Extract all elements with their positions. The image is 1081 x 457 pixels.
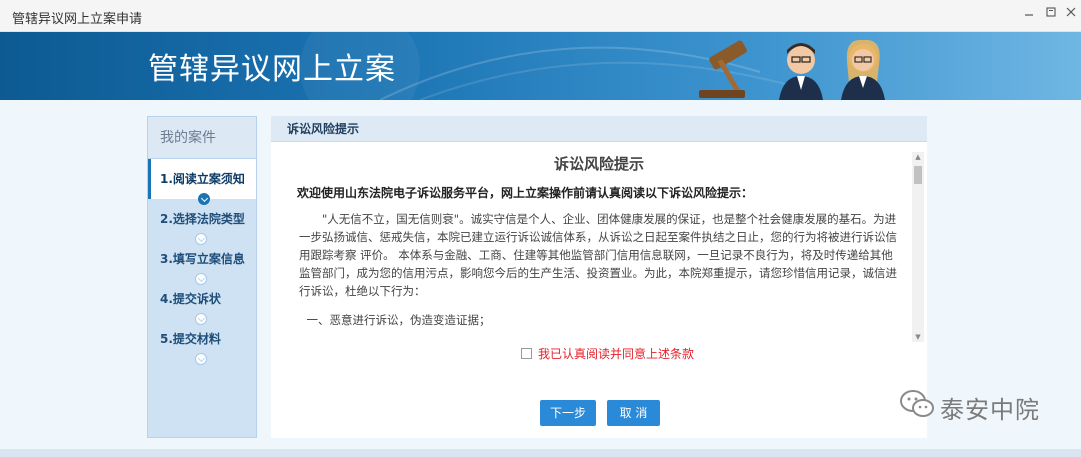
scroll-down-icon[interactable]: ▼ bbox=[912, 332, 924, 342]
agree-checkbox[interactable]: 我已认真阅读并同意上述条款 bbox=[521, 345, 694, 363]
judge-illustration-icon bbox=[699, 39, 885, 100]
step-marker-icon bbox=[195, 313, 207, 325]
sidebar-title: 我的案件 bbox=[148, 117, 256, 159]
banner: 管辖异议网上立案 bbox=[0, 32, 1081, 100]
next-button[interactable]: 下一步 bbox=[540, 400, 596, 426]
step-submit-complaint[interactable]: 4.提交诉状 bbox=[148, 279, 256, 325]
step-list: 1.阅读立案须知 2.选择法院类型 3.填写立案信息 4.提交诉状 5.提交材料 bbox=[148, 159, 256, 365]
step-label: 3.填写立案信息 bbox=[160, 252, 245, 266]
window-titlebar: 管辖异议网上立案申请 bbox=[0, 0, 1081, 32]
wechat-icon bbox=[900, 390, 934, 417]
risk-notice-scroll[interactable]: 诉讼风险提示 欢迎使用山东法院电子诉讼服务平台，网上立案操作前请认真阅读以下诉讼… bbox=[271, 152, 927, 342]
agree-label: 我已认真阅读并同意上述条款 bbox=[538, 347, 695, 361]
step-read-notice[interactable]: 1.阅读立案须知 bbox=[148, 159, 256, 205]
minimize-icon[interactable] bbox=[1021, 6, 1037, 24]
scroll-up-icon[interactable]: ▲ bbox=[912, 152, 924, 162]
maximize-icon[interactable] bbox=[1043, 6, 1059, 24]
step-marker-icon bbox=[198, 193, 210, 205]
scrollbar[interactable]: ▲ ▼ bbox=[912, 152, 924, 342]
checkbox-icon[interactable] bbox=[521, 348, 532, 359]
document-item: 一、恶意进行诉讼，伪造变造证据； bbox=[306, 313, 491, 327]
watermark-text: 泰安中院 bbox=[940, 396, 1040, 424]
scroll-thumb[interactable] bbox=[914, 166, 922, 184]
step-label: 2.选择法院类型 bbox=[160, 212, 245, 226]
bottom-border bbox=[0, 449, 1081, 457]
document-title: 诉讼风险提示 bbox=[553, 155, 644, 173]
sidebar: 我的案件 1.阅读立案须知 2.选择法院类型 3.填写立案信息 4.提交诉状 5… bbox=[147, 116, 257, 438]
banner-heading: 管辖异议网上立案 bbox=[148, 52, 396, 87]
step-label: 4.提交诉状 bbox=[160, 292, 221, 306]
document-paragraph: "人无信不立，国无信则衰"。诚实守信是个人、企业、团体健康发展的保证，也是整个社… bbox=[299, 212, 897, 298]
close-icon[interactable] bbox=[1063, 6, 1079, 24]
step-marker-icon bbox=[195, 233, 207, 245]
content-panel: 诉讼风险提示 诉讼风险提示 欢迎使用山东法院电子诉讼服务平台，网上立案操作前请认… bbox=[271, 116, 927, 438]
step-marker-icon bbox=[195, 353, 207, 365]
step-submit-materials[interactable]: 5.提交材料 bbox=[148, 319, 256, 365]
step-label: 5.提交材料 bbox=[160, 332, 221, 346]
section-title: 诉讼风险提示 bbox=[271, 116, 927, 142]
step-marker-icon bbox=[195, 273, 207, 285]
step-label: 1.阅读立案须知 bbox=[160, 172, 245, 186]
watermark: 泰安中院 bbox=[898, 388, 1039, 424]
step-select-court[interactable]: 2.选择法院类型 bbox=[148, 199, 256, 245]
window-title: 管辖异议网上立案申请 bbox=[12, 12, 143, 27]
step-fill-info[interactable]: 3.填写立案信息 bbox=[148, 239, 256, 285]
document-intro: 欢迎使用山东法院电子诉讼服务平台，网上立案操作前请认真阅读以下诉讼风险提示： bbox=[297, 186, 754, 200]
cancel-button[interactable]: 取 消 bbox=[607, 400, 660, 426]
